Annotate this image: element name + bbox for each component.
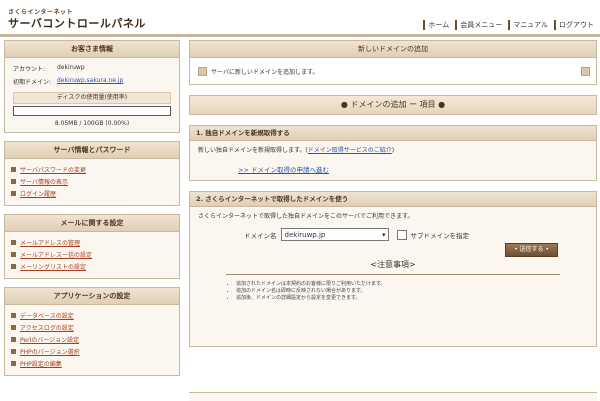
bullet-icon bbox=[11, 263, 16, 269]
existing-domain-card: 2. さくらインターネットで取得したドメインを使う さくらインターネットで取得し… bbox=[189, 191, 597, 347]
disk-usage-value: 8.05MB / 100GB (0.00%) bbox=[54, 120, 130, 127]
bullet-icon bbox=[11, 190, 16, 196]
server-info-box: サーバ情報とパスワード サーバパスワードの変更 サーバ情報の表示 ログイン履歴 bbox=[4, 141, 180, 206]
mail-settings-title: メールに関する設定 bbox=[5, 215, 179, 232]
domain-select-value: dekiruwp.jp bbox=[284, 231, 326, 239]
bullet-icon bbox=[11, 312, 16, 318]
sidebar-link[interactable]: ログイン履歴 bbox=[20, 189, 56, 198]
bullet-icon bbox=[11, 324, 16, 330]
sidebar-item-perl-version[interactable]: Perlのバージョン設定 bbox=[11, 333, 173, 345]
account-row: アカウント: dekiruwp bbox=[5, 62, 179, 75]
section-heading: ● ドメインの追加 ー 項目 ● bbox=[189, 95, 597, 115]
notes-title: <注意事項> bbox=[370, 260, 416, 269]
existing-domain-card-body: さくらインターネットで取得した独自ドメインをこのサーバでご利用できます。 ドメイ… bbox=[190, 207, 596, 310]
disk-usage-bar bbox=[13, 106, 171, 116]
sidebar-item-login-history[interactable]: ログイン履歴 bbox=[11, 187, 173, 199]
sidebar-link[interactable]: データベースの設定 bbox=[20, 311, 74, 320]
sidebar-link[interactable]: PHPのバージョン選択 bbox=[20, 347, 80, 356]
nav-home-link[interactable]: ホーム bbox=[423, 20, 449, 30]
domain-row: 初期ドメイン: dekiruwp.sakura.ne.jp bbox=[5, 75, 179, 88]
account-value: dekiruwp bbox=[57, 64, 85, 71]
customer-info-title: お客さま情報 bbox=[5, 41, 179, 58]
sidebar-item-database[interactable]: データベースの設定 bbox=[11, 309, 173, 321]
sidebar-item-mail-bulk[interactable]: メールアドレス一括の設定 bbox=[11, 248, 173, 260]
sidebar-item-server-info[interactable]: サーバ情報の表示 bbox=[11, 175, 173, 187]
initial-domain-link[interactable]: dekiruwp.sakura.ne.jp bbox=[57, 77, 123, 86]
note-item: 追加のドメイン名は即時に反映されない場合があります。 bbox=[236, 288, 560, 295]
bullet-icon bbox=[11, 348, 16, 354]
notes-list: 追加されたドメインは本契約のお客様に限りご利用いただけます。 追加のドメイン名は… bbox=[226, 274, 560, 302]
new-domain-card-title: 1. 独自ドメインを新規取得する bbox=[190, 126, 596, 141]
domain-select[interactable]: dekiruwp.jp ▾ bbox=[280, 228, 389, 241]
domain-service-link[interactable]: ドメイン取得サービスのご紹介 bbox=[308, 147, 392, 154]
new-domain-desc-suffix: ) bbox=[391, 147, 395, 154]
sidebar-link[interactable]: サーバパスワードの変更 bbox=[20, 165, 86, 174]
note-item: 追加後、ドメインの詳細設定から設定を変更できます。 bbox=[236, 295, 560, 302]
domain-apply-link[interactable]: >> ドメイン取得の申請へ進む bbox=[238, 164, 588, 174]
mail-settings-box: メールに関する設定 メールアドレスの管理 メールアドレス一括の設定 メーリングリ… bbox=[4, 214, 180, 279]
square-icon bbox=[581, 67, 590, 76]
page-title: 新しいドメインの追加 bbox=[189, 40, 597, 58]
sidebar-item-access-log[interactable]: アクセスログの設定 bbox=[11, 321, 173, 333]
subdomain-checkbox[interactable] bbox=[396, 229, 407, 240]
nav-member-menu-link[interactable]: 会員メニュー bbox=[455, 20, 502, 30]
sidebar-link[interactable]: メールアドレス一括の設定 bbox=[20, 250, 92, 259]
nav-logout-link[interactable]: ログアウト bbox=[554, 20, 594, 30]
bullet-icon bbox=[11, 178, 16, 184]
new-domain-card: 1. 独自ドメインを新規取得する 新しい独自ドメインを新規取得します。(ドメイン… bbox=[189, 125, 597, 181]
subdomain-label: サブドメインを指定 bbox=[410, 231, 470, 240]
app-settings-box: アプリケーションの設定 データベースの設定 アクセスログの設定 Perlのバージ… bbox=[4, 287, 180, 376]
customer-info-box: お客さま情報 アカウント: dekiruwp 初期ドメイン: dekiruwp.… bbox=[4, 40, 180, 133]
bullet-icon bbox=[11, 251, 16, 257]
notice-text: サーバに新しいドメインを追加します。 bbox=[211, 68, 319, 76]
bullet-icon bbox=[11, 336, 16, 342]
domain-name-label: ドメイン名 bbox=[244, 231, 277, 240]
sidebar: お客さま情報 アカウント: dekiruwp 初期ドメイン: dekiruwp.… bbox=[4, 40, 180, 384]
sidebar-link[interactable]: メーリングリストの設定 bbox=[20, 262, 86, 271]
existing-domain-card-title: 2. さくらインターネットで取得したドメインを使う bbox=[190, 192, 596, 207]
sidebar-item-mailing-list[interactable]: メーリングリストの設定 bbox=[11, 260, 173, 272]
server-info-title: サーバ情報とパスワード bbox=[5, 142, 179, 159]
domain-select-row: ドメイン名 dekiruwp.jp ▾ サブドメインを指定 bbox=[244, 228, 588, 241]
bullet-icon bbox=[11, 360, 16, 366]
notice-bar: サーバに新しいドメインを追加します。 bbox=[189, 58, 597, 85]
sidebar-item-mail-addresses[interactable]: メールアドレスの管理 bbox=[11, 236, 173, 248]
main-content: 新しいドメインの追加 サーバに新しいドメインを追加します。 ● ドメインの追加 … bbox=[189, 40, 597, 347]
add-domain-button[interactable]: • 送信する • bbox=[505, 243, 558, 257]
initial-domain-label: 初期ドメイン: bbox=[13, 79, 52, 86]
brand-title: サーバコントロールパネル bbox=[8, 17, 146, 30]
sidebar-item-php-settings[interactable]: PHP設定の編集 bbox=[11, 357, 173, 369]
sidebar-item-change-password[interactable]: サーバパスワードの変更 bbox=[11, 163, 173, 175]
nav-manual-link[interactable]: マニュアル bbox=[508, 20, 548, 30]
sidebar-link[interactable]: Perlのバージョン設定 bbox=[20, 335, 79, 344]
new-domain-desc: 新しい独自ドメインを新規取得します。( bbox=[198, 147, 308, 154]
account-label: アカウント: bbox=[13, 66, 46, 73]
chevron-down-icon: ▾ bbox=[381, 231, 386, 239]
sidebar-link[interactable]: アクセスログの設定 bbox=[20, 323, 74, 332]
square-icon bbox=[198, 66, 207, 76]
new-domain-card-body: 新しい独自ドメインを新規取得します。(ドメイン取得サービスのご紹介) >> ドメ… bbox=[190, 141, 596, 180]
sidebar-link[interactable]: PHP設定の編集 bbox=[20, 359, 62, 368]
sidebar-item-php-version[interactable]: PHPのバージョン選択 bbox=[11, 345, 173, 357]
bullet-icon bbox=[11, 239, 16, 245]
sidebar-link[interactable]: メールアドレスの管理 bbox=[20, 238, 80, 247]
header: さくらインターネット サーバコントロールパネル ホーム 会員メニュー マニュアル… bbox=[0, 0, 600, 37]
note-item: 追加されたドメインは本契約のお客様に限りご利用いただけます。 bbox=[236, 281, 560, 288]
app-settings-title: アプリケーションの設定 bbox=[5, 288, 179, 305]
bullet-icon bbox=[11, 166, 16, 172]
disk-usage-label: ディスクの使用量(使用率) bbox=[13, 92, 171, 104]
existing-domain-desc: さくらインターネットで取得した独自ドメインをこのサーバでご利用できます。 bbox=[198, 213, 414, 220]
top-nav: ホーム 会員メニュー マニュアル ログアウト bbox=[423, 20, 594, 30]
sidebar-link[interactable]: サーバ情報の表示 bbox=[20, 177, 68, 186]
